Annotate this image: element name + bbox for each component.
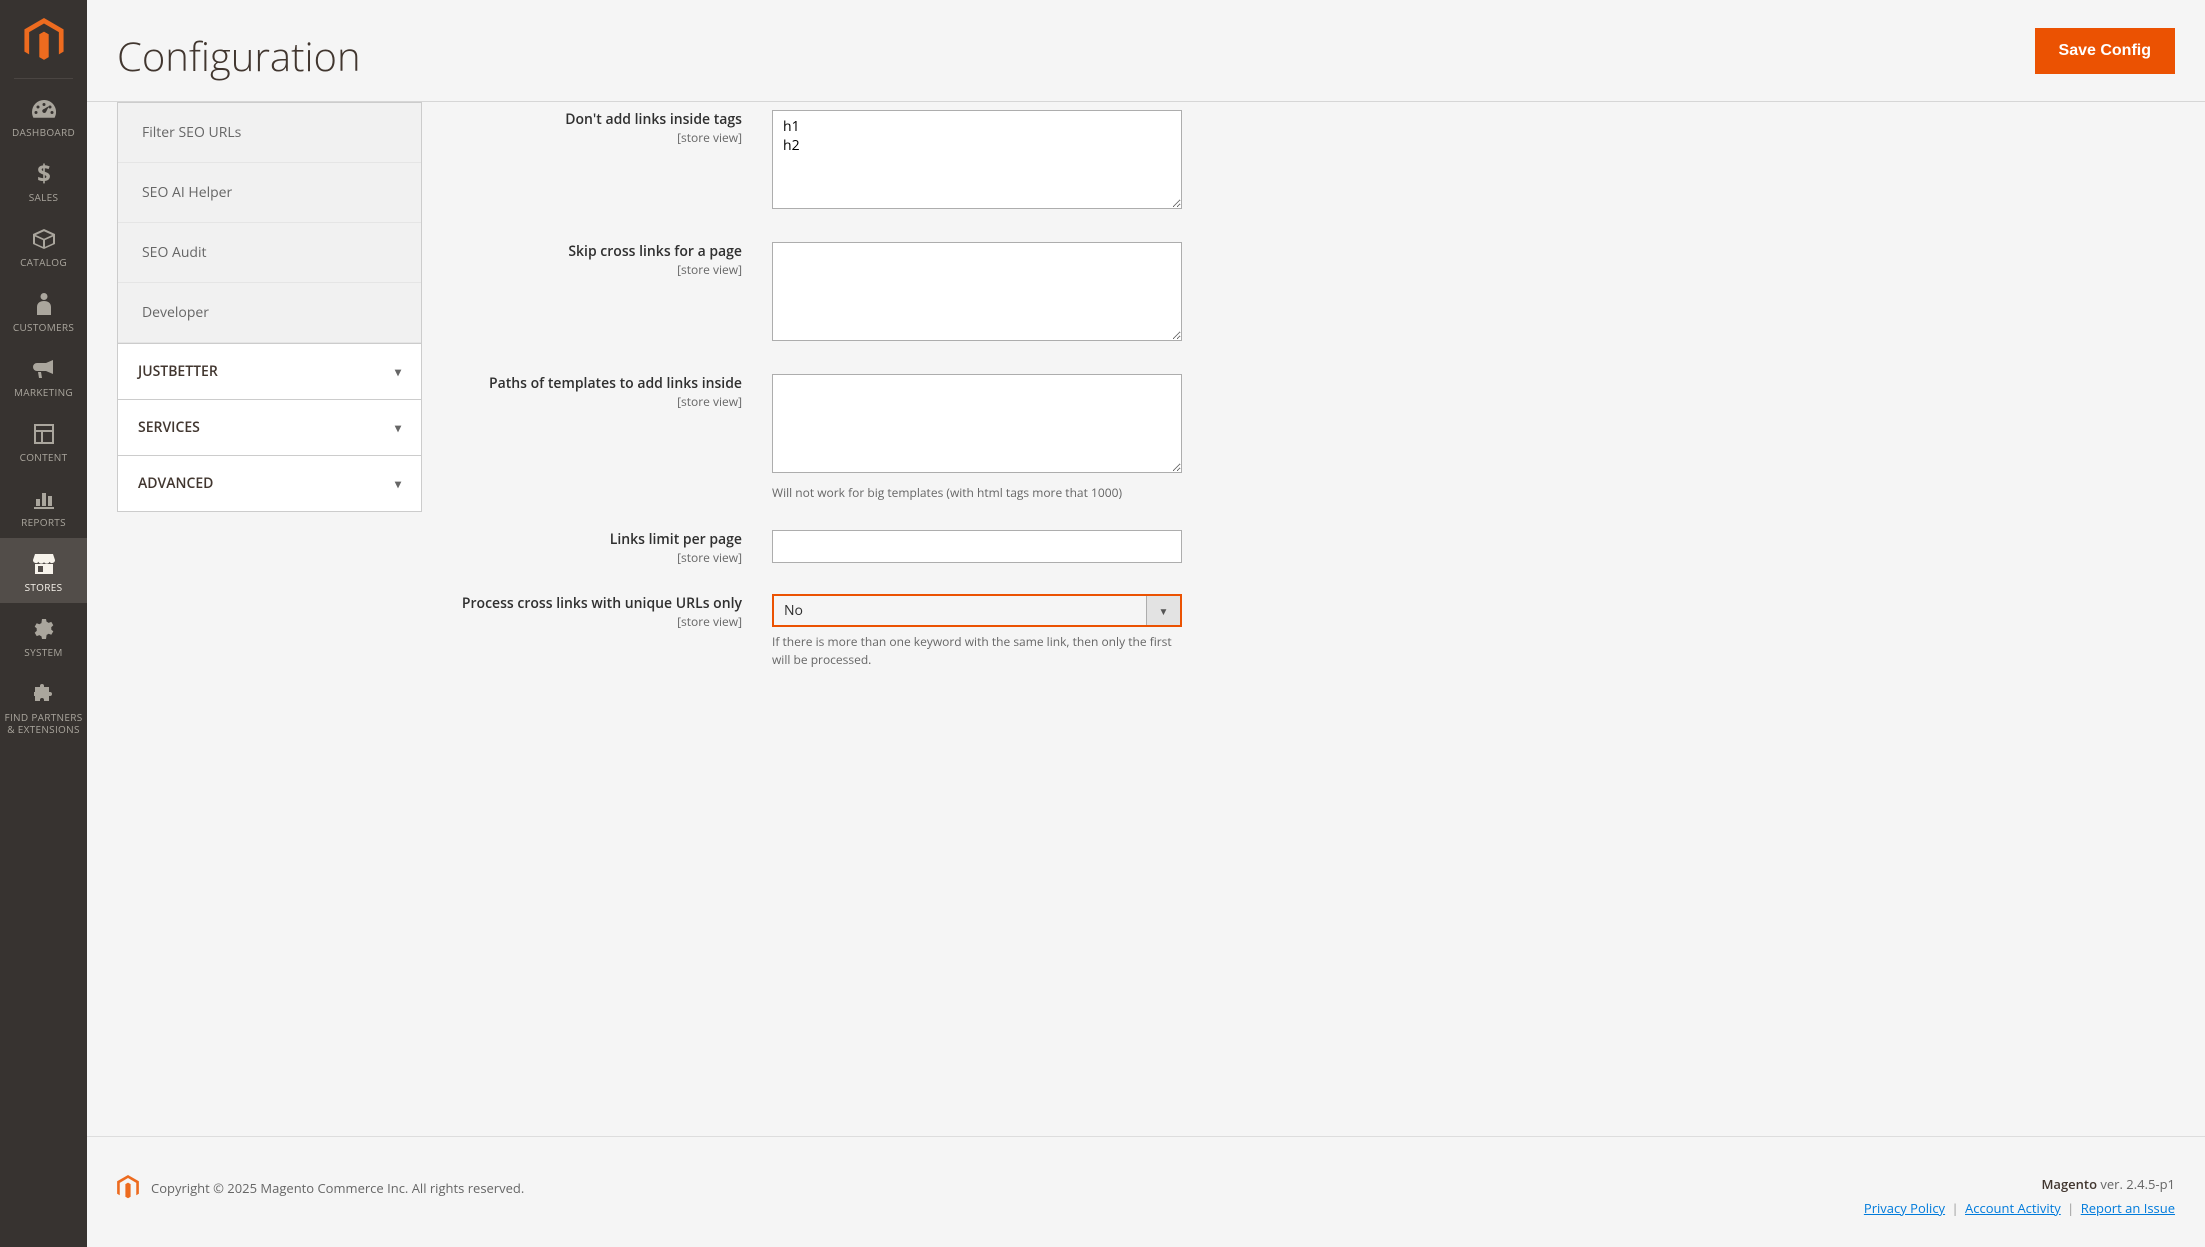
config-form: Don't add links inside tags [store view]… [452,102,2175,697]
chevron-down-icon: ▼ [1146,596,1180,625]
config-subitem-filter-seo-urls[interactable]: Filter SEO URLs [118,103,421,163]
unique-urls-select[interactable]: No ▼ [772,594,1182,627]
field-label-no-links-tags: Don't add links inside tags [452,110,742,129]
field-scope: [store view] [452,393,742,410]
nav-content[interactable]: CONTENT [0,408,87,473]
config-subitem-seo-audit[interactable]: SEO Audit [118,223,421,283]
config-group-label: SERVICES [138,418,200,437]
product-name: Magento [2041,1175,2097,1193]
nav-partners[interactable]: FIND PARTNERS & EXTENSIONS [0,668,87,745]
puzzle-icon [34,681,54,707]
links-limit-input[interactable] [772,530,1182,563]
template-paths-textarea[interactable] [772,374,1182,473]
storefront-icon [33,551,55,577]
page-title: Configuration [117,28,361,83]
separator: | [2067,1199,2074,1217]
nav-reports[interactable]: REPORTS [0,473,87,538]
nav-marketing[interactable]: MARKETING [0,343,87,408]
config-group-services[interactable]: SERVICES ▾ [118,399,421,455]
report-issue-link[interactable]: Report an Issue [2081,1199,2175,1217]
chevron-down-icon: ▾ [395,475,401,492]
config-group-advanced[interactable]: ADVANCED ▾ [118,455,421,511]
skip-cross-textarea[interactable] [772,242,1182,341]
config-subitem-developer[interactable]: Developer [118,283,421,343]
nav-customers[interactable]: CUSTOMERS [0,278,87,343]
nav-stores[interactable]: STORES [0,538,87,603]
no-links-tags-textarea[interactable]: h1 h2 [772,110,1182,209]
bars-icon [34,486,54,512]
person-icon [37,291,51,317]
field-scope: [store view] [452,261,742,278]
version-text: ver. 2.4.5-p1 [2097,1175,2175,1193]
field-scope: [store view] [452,549,742,566]
field-scope: [store view] [452,129,742,146]
bullhorn-icon [33,356,55,382]
nav-system[interactable]: SYSTEM [0,603,87,668]
gear-icon [34,616,54,642]
config-group-justbetter[interactable]: JUSTBETTER ▾ [118,343,421,399]
nav-sales[interactable]: $ SALES [0,148,87,213]
config-nav: Filter SEO URLs SEO AI Helper SEO Audit … [117,102,422,697]
nav-dashboard[interactable]: DASHBOARD [0,83,87,148]
field-note: If there is more than one keyword with t… [772,633,1182,669]
account-activity-link[interactable]: Account Activity [1965,1199,2061,1217]
config-group-label: JUSTBETTER [138,362,218,381]
save-config-button[interactable]: Save Config [2035,28,2175,74]
config-group-label: ADVANCED [138,474,213,493]
magento-footer-icon [117,1175,139,1200]
select-value: No [774,596,1146,625]
field-label-skip-cross: Skip cross links for a page [452,242,742,261]
nav-catalog[interactable]: CATALOG [0,213,87,278]
gauge-icon [32,96,56,122]
chevron-down-icon: ▾ [395,363,401,380]
config-subitem-seo-ai-helper[interactable]: SEO AI Helper [118,163,421,223]
field-note: Will not work for big templates (with ht… [772,484,1182,502]
box-icon [33,226,55,252]
magento-logo-icon [24,18,64,63]
page-footer: Copyright © 2025 Magento Commerce Inc. A… [87,1136,2205,1247]
svg-text:$: $ [37,162,51,186]
separator: | [1951,1199,1958,1217]
chevron-down-icon: ▾ [395,419,401,436]
layout-icon [34,421,54,447]
privacy-policy-link[interactable]: Privacy Policy [1864,1199,1945,1217]
field-label-links-limit: Links limit per page [452,530,742,549]
field-label-template-paths: Paths of templates to add links inside [452,374,742,393]
field-label-unique-urls: Process cross links with unique URLs onl… [452,594,742,613]
magento-logo[interactable] [0,0,87,78]
field-scope: [store view] [452,613,742,630]
admin-sidebar: DASHBOARD $ SALES CATALOG CUSTOMERS MARK… [0,0,87,1247]
dollar-icon: $ [37,161,51,187]
copyright-text: Copyright © 2025 Magento Commerce Inc. A… [151,1179,524,1197]
